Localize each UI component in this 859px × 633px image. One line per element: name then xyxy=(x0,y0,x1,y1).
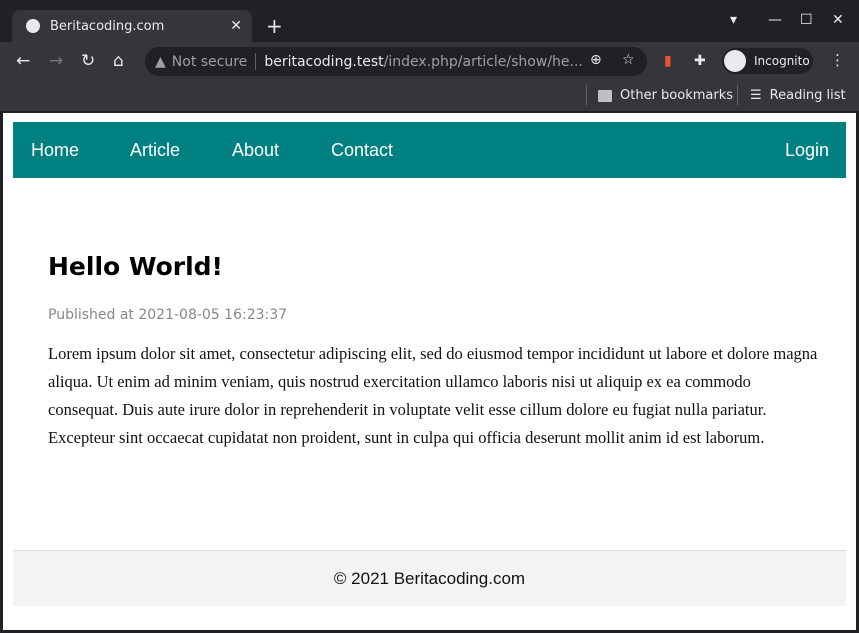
incognito-icon xyxy=(724,50,746,72)
extensions-puzzle-icon[interactable]: ✚ xyxy=(694,53,706,69)
globe-icon xyxy=(26,19,40,33)
incognito-badge[interactable]: Incognito xyxy=(722,48,813,74)
footer-text: © 2021 Beritacoding.com xyxy=(334,569,525,589)
nav-about[interactable]: About xyxy=(232,140,279,161)
reading-list-icon: ☰ xyxy=(750,88,762,103)
url-path: /index.php/article/show/he... xyxy=(384,54,583,70)
nav-login[interactable]: Login xyxy=(785,140,829,161)
incognito-label: Incognito xyxy=(754,54,810,68)
forward-icon[interactable]: → xyxy=(49,51,63,71)
published-date: Published at 2021-08-05 16:23:37 xyxy=(48,307,287,323)
bookmark-star-icon[interactable]: ☆ xyxy=(622,52,635,68)
other-bookmarks[interactable]: Other bookmarks xyxy=(598,88,733,103)
tab-title: Beritacoding.com xyxy=(50,19,164,34)
reading-list[interactable]: ☰ Reading list xyxy=(750,88,846,103)
menu-icon[interactable]: ⋮ xyxy=(830,51,845,69)
folder-icon xyxy=(598,90,612,102)
address-bar[interactable]: ▲ Not secure beritacoding.test/index.php… xyxy=(145,47,647,76)
reload-icon[interactable]: ↻ xyxy=(81,51,95,71)
tab-strip: Beritacoding.com ✕ + ▾ — ☐ ✕ xyxy=(0,0,859,42)
bookmarks-bar: Other bookmarks ☰ Reading list xyxy=(0,80,859,112)
maximize-button[interactable]: ☐ xyxy=(800,12,813,28)
page-content: Home Article About Contact Login Hello W… xyxy=(3,113,856,630)
reading-list-label: Reading list xyxy=(770,88,846,103)
footer: © 2021 Beritacoding.com xyxy=(13,550,846,606)
not-secure-label: Not secure xyxy=(172,54,248,70)
other-bookmarks-label: Other bookmarks xyxy=(620,88,733,103)
article-title: Hello World! xyxy=(48,252,223,281)
extension-icon[interactable]: ▮ xyxy=(664,53,672,69)
home-icon[interactable]: ⌂ xyxy=(113,51,124,71)
browser-toolbar: ← → ↻ ⌂ ▲ Not secure beritacoding.test/i… xyxy=(0,42,859,80)
minimize-button[interactable]: — xyxy=(768,12,782,28)
tab-search-icon[interactable]: ▾ xyxy=(730,12,737,28)
url-host: beritacoding.test xyxy=(264,54,383,70)
new-tab-button[interactable]: + xyxy=(266,14,283,38)
navbar: Home Article About Contact Login xyxy=(13,122,846,178)
nav-home[interactable]: Home xyxy=(31,140,79,161)
close-window-button[interactable]: ✕ xyxy=(832,12,844,28)
nav-article[interactable]: Article xyxy=(130,140,180,161)
zoom-icon[interactable]: ⊕ xyxy=(590,52,602,68)
nav-contact[interactable]: Contact xyxy=(331,140,393,161)
browser-tab[interactable]: Beritacoding.com ✕ xyxy=(12,10,252,42)
back-icon[interactable]: ← xyxy=(16,51,30,71)
close-tab-icon[interactable]: ✕ xyxy=(230,18,242,34)
article-body: Lorem ipsum dolor sit amet, consectetur … xyxy=(48,340,818,452)
warning-icon: ▲ xyxy=(155,54,166,70)
